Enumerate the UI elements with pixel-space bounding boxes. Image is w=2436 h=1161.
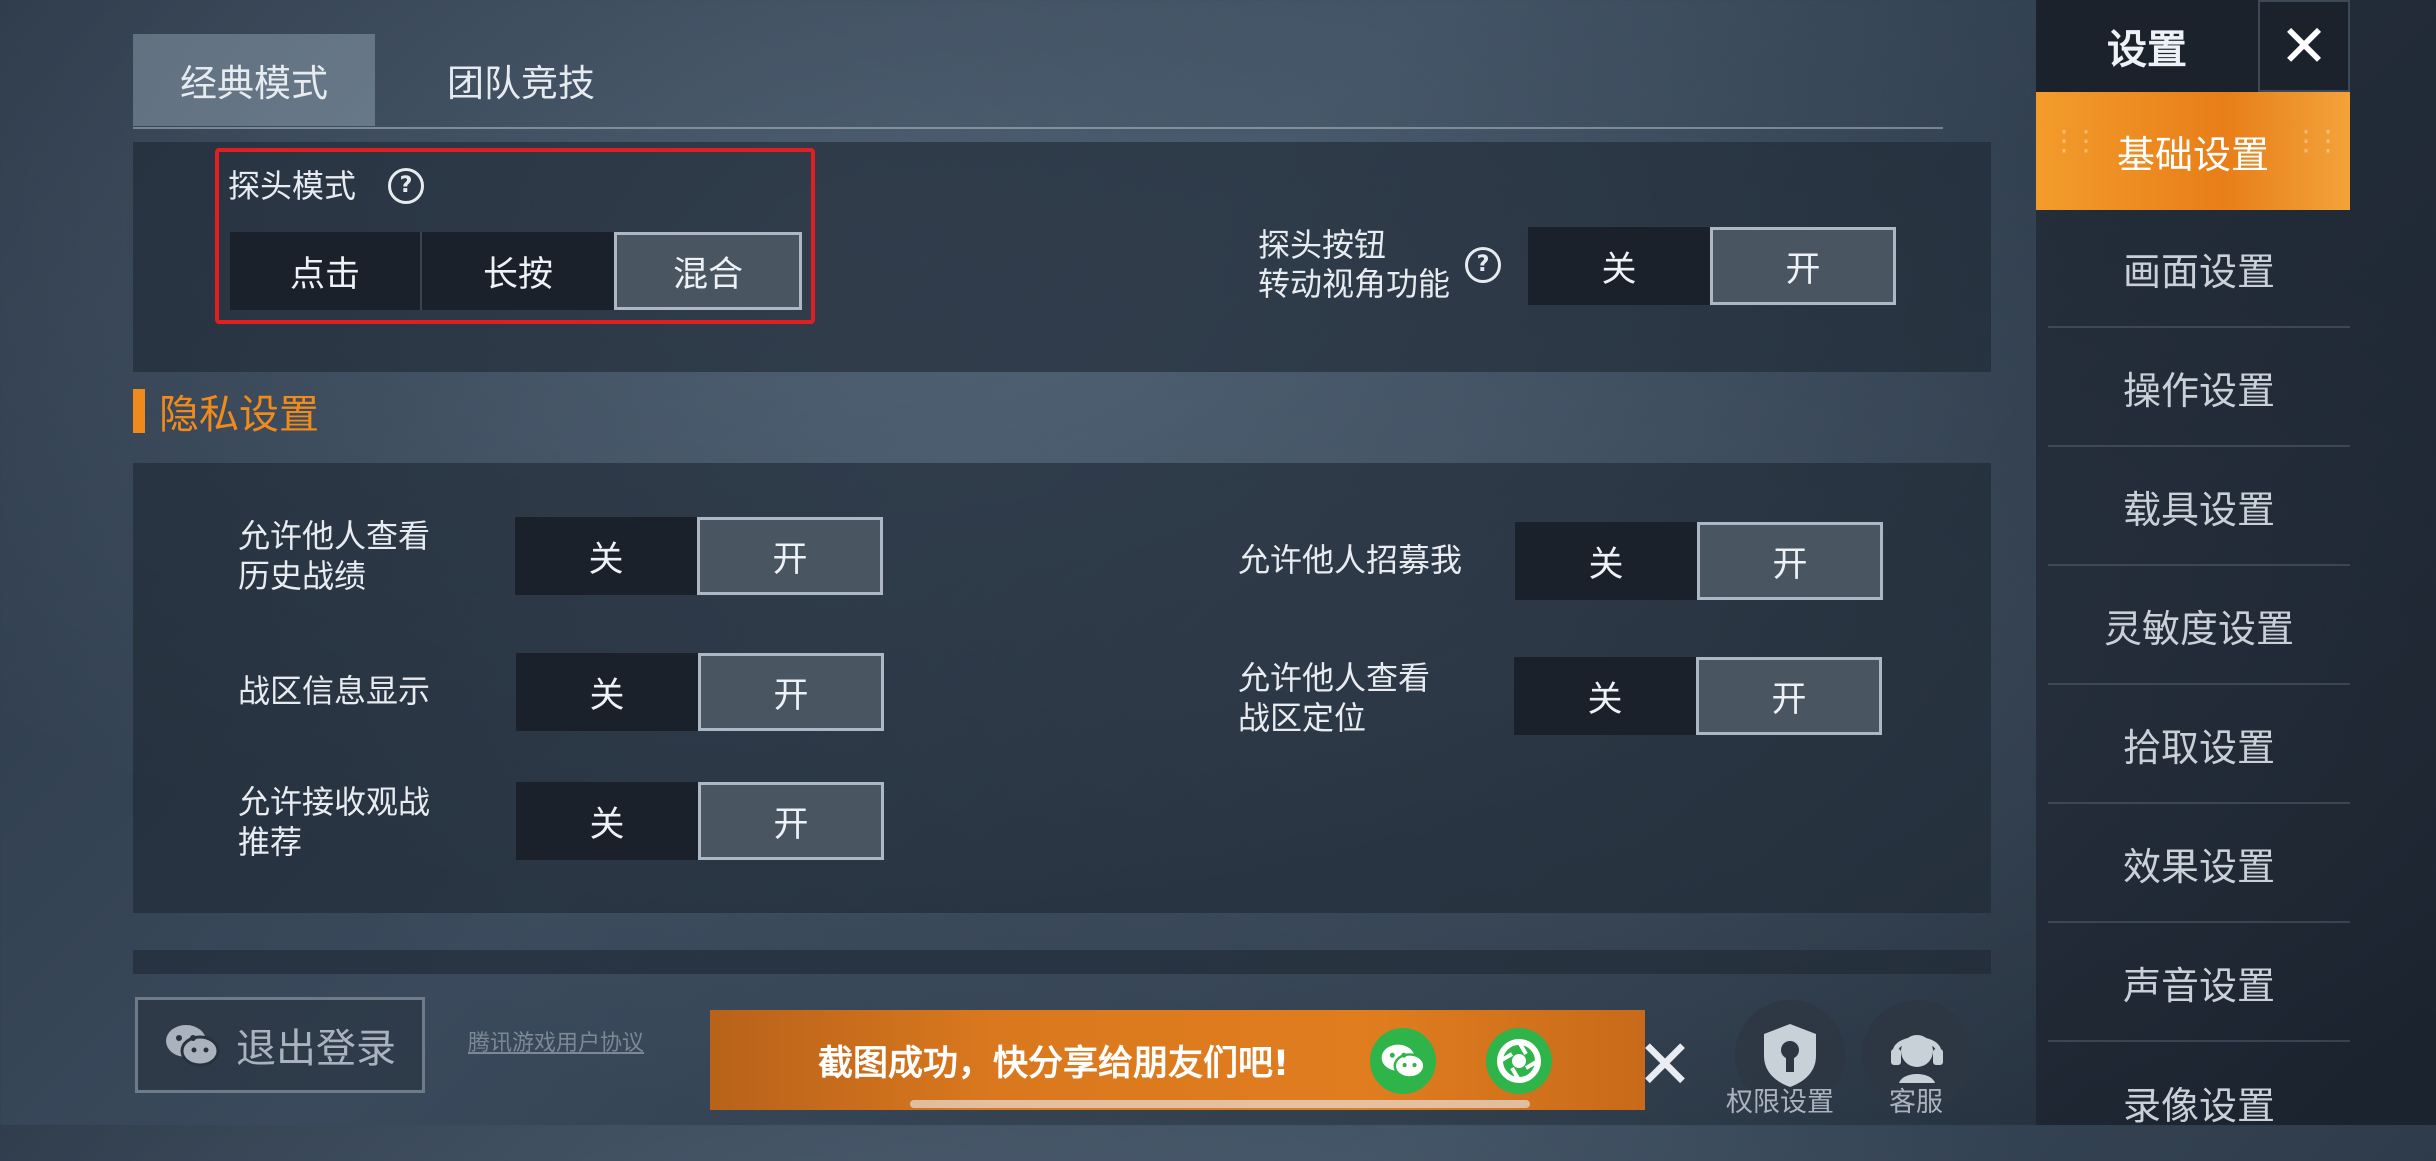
privacy-section-title: 隐私设置 [133,388,319,438]
zone-info-display-toggle: 关 开 [516,653,884,731]
help-icon[interactable]: ? [1465,247,1501,283]
allow-spectate-recommend-label-line1: 允许接收观战 [238,783,431,821]
highlight-box [215,148,815,324]
customer-service-label: 客服 [1889,1087,1943,1118]
toggle-on-option[interactable]: 开 [1710,227,1896,305]
toggle-on-option[interactable]: 开 [698,782,884,860]
privacy-section-title-text: 隐私设置 [159,392,319,438]
logout-label: 退出登录 [236,1026,396,1072]
allow-view-history-toggle: 关 开 [515,517,883,595]
toggle-off-option[interactable]: 关 [1514,657,1696,735]
next-settings-panel [133,950,1991,974]
tab-team-deathmatch-label: 团队竞技 [447,62,595,105]
sidebar-item-sound[interactable]: 声音设置 [2048,924,2350,1042]
toast-progress-bar [910,1100,1530,1108]
toggle-off-option[interactable]: 关 [1515,522,1697,600]
allow-view-history-label-line1: 允许他人查看 [238,517,431,555]
tab-team-deathmatch[interactable]: 团队竞技 [400,34,642,126]
allow-view-zone-location-label-line1: 允许他人查看 [1238,659,1431,697]
toast-message: 截图成功，快分享给朋友们吧! [818,1043,1289,1084]
screenshot-toast: 截图成功，快分享给朋友们吧! [710,1010,1645,1110]
sidebar-item-controls[interactable]: 操作设置 [2048,329,2350,447]
toggle-off-option[interactable]: 关 [1528,227,1710,305]
settings-title: 设置 [2036,0,2258,92]
logout-button[interactable]: 退出登录 [135,997,425,1093]
sidebar-item-effects[interactable]: 效果设置 [2048,805,2350,923]
peek-button-toggle: 关 开 [1528,227,1896,305]
allow-view-zone-location-toggle: 关 开 [1514,657,1882,735]
moments-icon [1497,1039,1541,1083]
sidebar-item-basic[interactable]: 基础设置 [2036,92,2350,210]
toggle-off-option[interactable]: 关 [516,653,698,731]
share-wechat-button[interactable] [1370,1028,1436,1094]
user-agreement-link[interactable]: 腾讯游戏用户协议 [468,1025,644,1057]
sidebar-item-replay[interactable]: 录像设置 [2048,1043,2350,1161]
toggle-on-option[interactable]: 开 [698,653,884,731]
customer-service-icon [1891,1035,1943,1083]
allow-recruit-toggle: 关 开 [1515,522,1883,600]
tab-classic-mode[interactable]: 经典模式 [133,34,375,126]
share-moments-button[interactable] [1486,1028,1552,1094]
allow-view-history-label-line2: 历史战绩 [238,557,367,595]
sidebar-item-sensitivity[interactable]: 灵敏度设置 [2048,567,2350,685]
zone-info-display-label: 战区信息显示 [238,672,431,710]
allow-view-zone-location-label-line2: 战区定位 [1238,699,1367,737]
permission-settings-label: 权限设置 [1726,1087,1834,1118]
close-icon[interactable]: ✕ [1630,1026,1700,1105]
sidebar-item-graphics[interactable]: 画面设置 [2048,210,2350,328]
toggle-on-option[interactable]: 开 [1696,657,1882,735]
peek-button-label-line2: 转动视角功能 [1258,265,1451,303]
peek-button-label-line1: 探头按钮 [1258,226,1387,264]
tab-divider [133,127,1943,129]
allow-spectate-recommend-label-line2: 推荐 [238,823,303,861]
allow-spectate-recommend-toggle: 关 开 [516,782,884,860]
toggle-off-option[interactable]: 关 [515,517,697,595]
toggle-on-option[interactable]: 开 [1697,522,1883,600]
sidebar-item-pickup[interactable]: 拾取设置 [2048,686,2350,804]
toggle-off-option[interactable]: 关 [516,782,698,860]
tab-classic-mode-label: 经典模式 [180,62,328,105]
toggle-on-option[interactable]: 开 [697,517,883,595]
wechat-icon [166,1025,220,1067]
wechat-icon [1381,1044,1426,1079]
sidebar-item-vehicle[interactable]: 载具设置 [2048,448,2350,566]
section-accent-bar [133,389,145,433]
allow-recruit-label: 允许他人招募我 [1238,541,1463,579]
close-icon[interactable]: ✕ [2258,0,2350,92]
